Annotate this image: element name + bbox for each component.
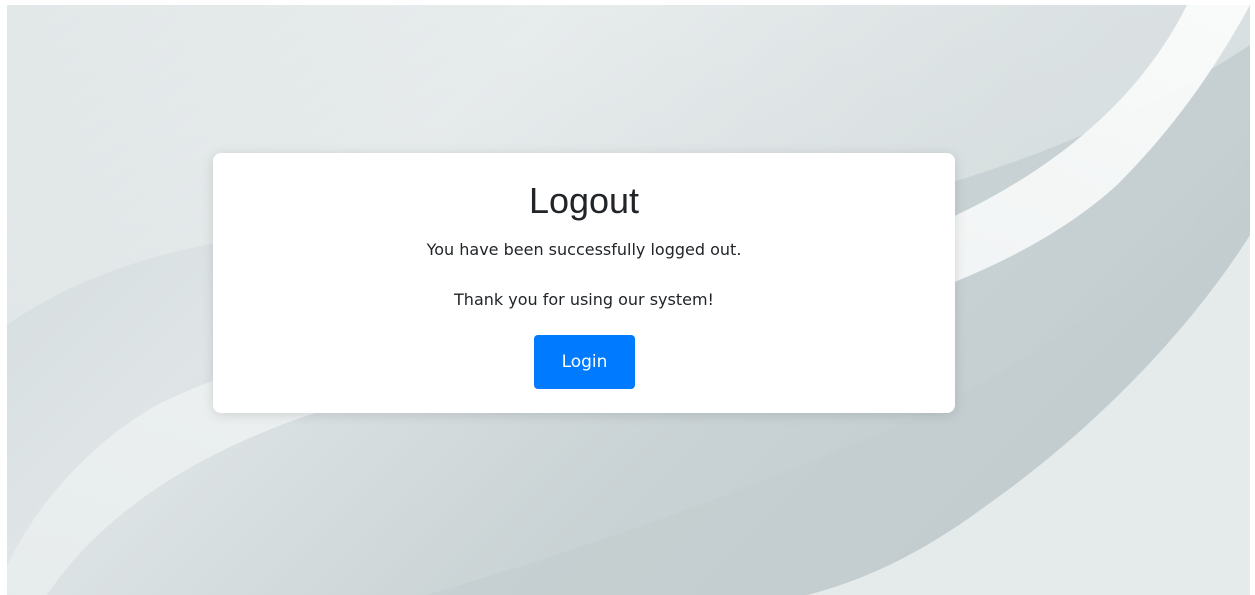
login-button[interactable]: Login — [534, 335, 635, 389]
page-background: Logout You have been successfully logged… — [7, 5, 1250, 595]
thank-you-message: Thank you for using our system! — [454, 290, 714, 309]
logout-card: Logout You have been successfully logged… — [213, 153, 955, 413]
page-title: Logout — [528, 180, 640, 221]
logout-message: You have been successfully logged out. — [426, 240, 742, 259]
